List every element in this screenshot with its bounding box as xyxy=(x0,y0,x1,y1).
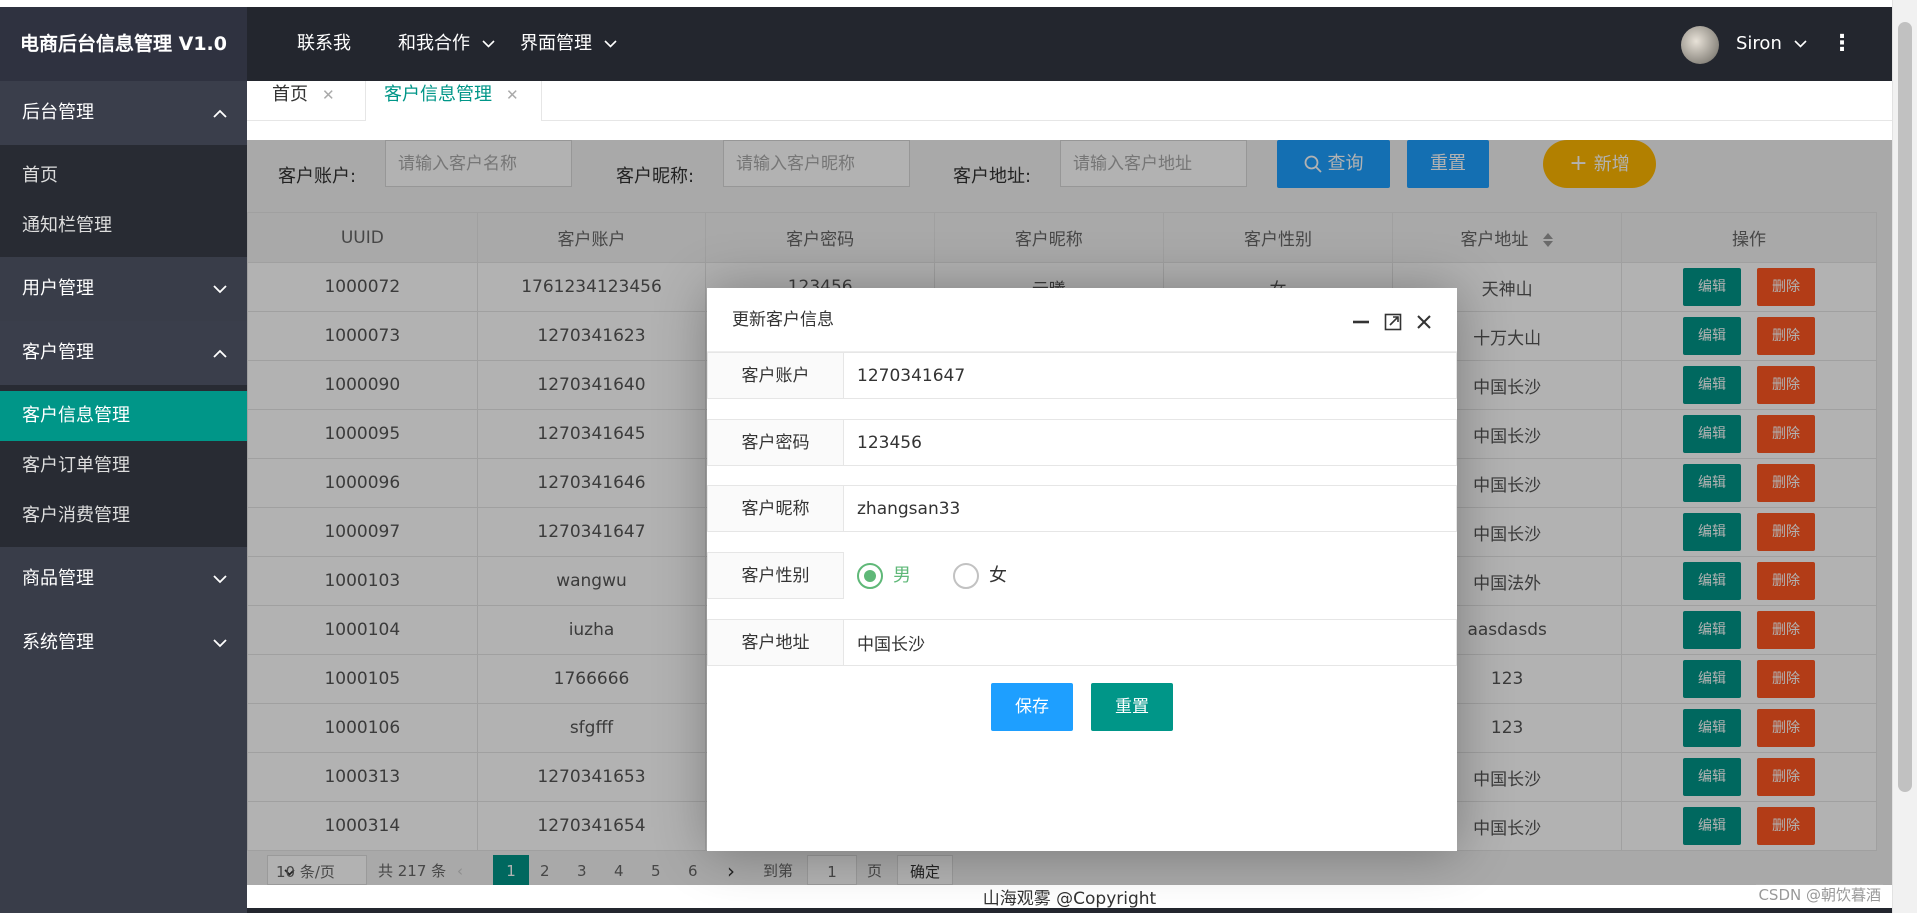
chevron-down-icon xyxy=(482,40,495,48)
watermark: CSDN @朝饮暮酒 xyxy=(1756,884,1883,905)
sidebar-group-label: 用户管理 xyxy=(22,278,94,299)
gender-radio-male[interactable]: 男 xyxy=(857,562,911,589)
more-vertical-icon[interactable]: ⋮ xyxy=(1831,7,1853,81)
radio-unchecked-icon xyxy=(953,563,979,589)
close-icon[interactable]: ✕ xyxy=(322,86,335,104)
form-row-address: 客户地址 xyxy=(707,619,1457,666)
chevron-up-icon xyxy=(213,81,227,145)
maximize-icon[interactable] xyxy=(1384,288,1402,352)
tab-label: 首页 xyxy=(272,84,308,105)
scrollbar-thumb[interactable] xyxy=(1898,22,1912,792)
radio-checked-icon xyxy=(857,563,883,589)
page-scrollbar[interactable] xyxy=(1892,0,1917,913)
password-field[interactable] xyxy=(843,419,1457,466)
sidebar-item-customer-orders[interactable]: 客户订单管理 xyxy=(0,441,247,491)
form-row-gender: 客户性别 男 女 xyxy=(707,552,1457,599)
account-field[interactable] xyxy=(843,352,1457,399)
radio-label: 男 xyxy=(893,565,911,586)
sidebar: 电商后台信息管理 V1.0 后台管理 首页 通知栏管理 用户管理 客户管理 客户… xyxy=(0,7,247,913)
form-row-password: 客户密码 xyxy=(707,419,1457,466)
tab-home[interactable]: 首页 ✕ xyxy=(272,81,335,121)
chevron-down-icon xyxy=(604,40,617,48)
user-name: Siron xyxy=(1736,33,1782,54)
sidebar-item-customer-info[interactable]: 客户信息管理 xyxy=(0,391,247,441)
top-header: 联系我 和我合作 界面管理 Siron ⋮ xyxy=(247,7,1892,81)
chevron-up-icon xyxy=(213,321,227,385)
nickname-field[interactable] xyxy=(843,485,1457,532)
chevron-down-icon xyxy=(1794,40,1807,48)
reset-form-button[interactable]: 重置 xyxy=(1091,683,1173,731)
nav-interface-label: 界面管理 xyxy=(520,33,592,54)
close-icon[interactable]: ✕ xyxy=(506,86,519,104)
sidebar-group-backend[interactable]: 后台管理 xyxy=(0,81,247,145)
sidebar-group-customers[interactable]: 客户管理 xyxy=(0,321,247,385)
tab-customer-info[interactable]: 客户信息管理 ✕ xyxy=(365,81,542,121)
user-menu[interactable]: Siron xyxy=(1736,7,1807,81)
update-customer-dialog: 更新客户信息 客户账户 客户密码 客户昵称 客户性别 男 女 客户地址 保存 重… xyxy=(707,288,1457,851)
chevron-down-icon xyxy=(213,257,227,321)
account-label: 客户账户 xyxy=(707,352,844,399)
nav-contact[interactable]: 联系我 xyxy=(297,7,351,81)
dialog-title: 更新客户信息 xyxy=(732,310,834,330)
save-button[interactable]: 保存 xyxy=(991,683,1073,731)
close-icon[interactable] xyxy=(1416,288,1432,352)
nav-interface[interactable]: 界面管理 xyxy=(520,7,617,81)
password-label: 客户密码 xyxy=(707,419,844,466)
sidebar-group-system[interactable]: 系统管理 xyxy=(0,611,247,675)
sidebar-group-label: 客户管理 xyxy=(22,342,94,363)
avatar[interactable] xyxy=(1681,26,1719,64)
window-top-edge xyxy=(0,0,1917,7)
address-label: 客户地址 xyxy=(707,619,844,666)
sidebar-item-home[interactable]: 首页 xyxy=(0,151,247,201)
taskbar-edge xyxy=(247,908,1892,913)
address-field[interactable] xyxy=(843,619,1457,666)
radio-label: 女 xyxy=(989,565,1007,586)
tab-label: 客户信息管理 xyxy=(384,84,492,105)
sidebar-group-users[interactable]: 用户管理 xyxy=(0,257,247,321)
sidebar-group-label: 商品管理 xyxy=(22,568,94,589)
gender-radio-female[interactable]: 女 xyxy=(953,562,1007,589)
nickname-label: 客户昵称 xyxy=(707,485,844,532)
nav-cooperate[interactable]: 和我合作 xyxy=(398,7,495,81)
minimize-icon[interactable] xyxy=(1352,288,1370,352)
nav-cooperate-label: 和我合作 xyxy=(398,33,470,54)
gender-label: 客户性别 xyxy=(707,552,844,599)
app-logo-title: 电商后台信息管理 V1.0 xyxy=(0,7,247,81)
form-row-account: 客户账户 xyxy=(707,352,1457,399)
chevron-down-icon xyxy=(213,611,227,675)
form-row-nickname: 客户昵称 xyxy=(707,485,1457,532)
sidebar-item-notice[interactable]: 通知栏管理 xyxy=(0,201,247,251)
tab-bar: 首页 ✕ 客户信息管理 ✕ xyxy=(247,81,1892,121)
sidebar-group-products[interactable]: 商品管理 xyxy=(0,547,247,611)
dialog-header: 更新客户信息 xyxy=(707,288,1457,352)
sidebar-item-customer-spending[interactable]: 客户消费管理 xyxy=(0,491,247,541)
sidebar-group-label: 系统管理 xyxy=(22,632,94,653)
sidebar-submenu-backend: 首页 通知栏管理 xyxy=(0,145,247,257)
chevron-down-icon xyxy=(213,547,227,611)
sidebar-submenu-customers: 客户信息管理 客户订单管理 客户消费管理 xyxy=(0,385,247,547)
sidebar-group-label: 后台管理 xyxy=(22,102,94,123)
